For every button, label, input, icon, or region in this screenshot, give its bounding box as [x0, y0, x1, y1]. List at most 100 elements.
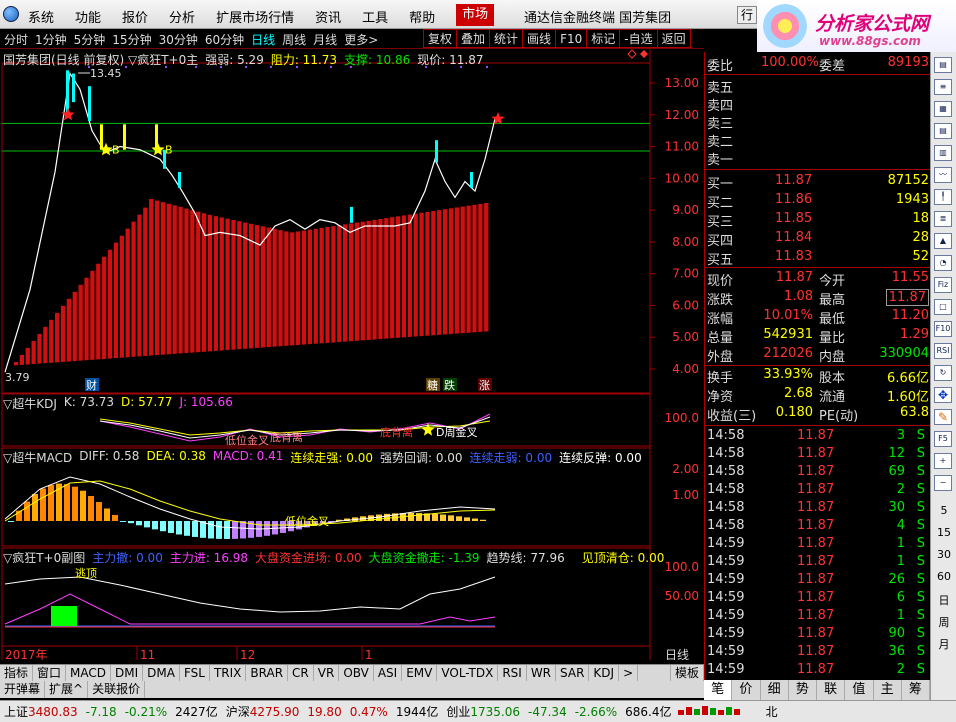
ask-row[interactable]: 卖三 — [705, 113, 931, 132]
tick-row[interactable]: 14:58 11.87 4 S — [705, 518, 931, 536]
fiz-icon[interactable]: Fiz — [934, 277, 952, 293]
indicator-tab[interactable]: OBV — [339, 665, 374, 681]
period-tab-daily[interactable]: 日线 — [251, 31, 275, 48]
side-period-label[interactable]: 月 — [931, 636, 956, 652]
pencil-icon[interactable]: ✎ — [934, 409, 952, 425]
quote-row[interactable]: 换手 33.93% 股本 6.66亿 — [705, 367, 931, 386]
indicator-tab[interactable]: 窗口 — [33, 665, 67, 681]
panel-tab[interactable]: 联 — [817, 680, 846, 700]
quote-row[interactable]: 净资 2.68 流通 1.60亿 — [705, 386, 931, 405]
list2-icon[interactable]: ≣ — [934, 211, 952, 227]
indicator-tab[interactable]: KDJ — [589, 665, 620, 681]
menu-item-news[interactable]: 资讯 — [315, 7, 341, 26]
tool-watchlist-button[interactable]: -自选 — [619, 29, 658, 48]
period-tab-more[interactable]: 更多> — [344, 31, 378, 48]
indicator-tab[interactable]: EMV — [402, 665, 438, 681]
extra-tab[interactable]: 开弹幕 — [0, 681, 46, 698]
panel-tab[interactable]: 筹 — [902, 680, 930, 700]
extra-tab[interactable]: 关联报价 — [88, 681, 146, 698]
tick-row[interactable]: 14:59 11.87 1 S — [705, 536, 931, 554]
tool-stats-button[interactable]: 统计 — [489, 29, 524, 48]
indicator-tab[interactable]: > — [619, 665, 639, 681]
tick-row[interactable]: 14:59 11.87 1 S — [705, 608, 931, 626]
menu-item-analysis[interactable]: 分析 — [169, 7, 195, 26]
side-period-label[interactable]: 15 — [931, 526, 956, 539]
panel-tab[interactable]: 主 — [874, 680, 902, 700]
status-extra[interactable]: 北 — [766, 703, 778, 720]
period-tab[interactable]: 1分钟 — [35, 31, 67, 48]
table-icon[interactable]: ▤ — [934, 123, 952, 139]
menu-item-system[interactable]: 系统 — [28, 7, 54, 26]
grid-icon[interactable]: ▦ — [934, 101, 952, 117]
list-icon[interactable]: ≡ — [934, 79, 952, 95]
indicator-tab[interactable]: DMA — [143, 665, 180, 681]
menu-item-tools[interactable]: 工具 — [362, 7, 388, 26]
side-period-label[interactable]: 日 — [931, 592, 956, 608]
menu-item-function[interactable]: 功能 — [75, 7, 101, 26]
tool-back-button[interactable]: 返回 — [656, 29, 691, 48]
period-tab[interactable]: 周线 — [282, 31, 306, 48]
tick-row[interactable]: 14:59 11.87 90 S — [705, 626, 931, 644]
commission-row[interactable]: 委比 100.00% 委差 89193 — [705, 55, 931, 74]
trend-icon[interactable]: ▲ — [934, 233, 952, 249]
period-tab[interactable]: 分时 — [4, 31, 28, 48]
indicator-tab[interactable]: VR — [314, 665, 340, 681]
panel-tab[interactable]: 笔 — [704, 680, 733, 700]
indicator-tab[interactable]: FSL — [180, 665, 210, 681]
chart-icon[interactable]: 〰 — [934, 167, 952, 183]
diamond-icon[interactable] — [627, 49, 637, 59]
quote-row[interactable]: 现价 11.87 今开 11.55 — [705, 270, 931, 289]
indicator-tab[interactable]: SAR — [556, 665, 590, 681]
pie-icon[interactable]: ◔ — [934, 255, 952, 271]
indicator-tab[interactable]: VOL-TDX — [437, 665, 499, 681]
f10-icon[interactable]: F10 — [934, 321, 952, 337]
tool-adjust-button[interactable]: 复权 — [423, 29, 458, 48]
indicator-tab[interactable]: TRIX — [210, 665, 247, 681]
menu-item-market[interactable]: 市场 — [456, 4, 495, 26]
hs-label[interactable]: 沪深 — [226, 703, 250, 720]
side-period-label[interactable]: 5 — [931, 504, 956, 517]
window-button[interactable]: 行 — [737, 6, 757, 24]
indicator-tab[interactable]: DMI — [111, 665, 144, 681]
quote-row[interactable]: 涨跌 1.08 最高 11.87 — [705, 289, 931, 308]
tick-row[interactable]: 14:58 11.87 69 S — [705, 464, 931, 482]
cy-label[interactable]: 创业 — [446, 703, 470, 720]
sh-label[interactable]: 上证 — [4, 703, 28, 720]
tick-row[interactable]: 14:59 11.87 36 S — [705, 644, 931, 662]
kdj-title[interactable]: ▽超牛KDJ — [3, 395, 57, 412]
move-icon[interactable]: ✥ — [934, 387, 952, 403]
panel-tab[interactable]: 价 — [732, 680, 761, 700]
tool-mark-button[interactable]: 标记 — [586, 29, 621, 48]
tool-overlay-button[interactable]: 叠加 — [456, 29, 491, 48]
bid-row[interactable]: 买二 11.86 1943 — [705, 192, 931, 211]
menu-item-ext-market[interactable]: 扩展市场行情 — [216, 7, 294, 26]
minus-icon[interactable]: − — [934, 475, 952, 491]
tick-row[interactable]: 14:59 11.87 1 S — [705, 554, 931, 572]
bid-row[interactable]: 买三 11.85 18 — [705, 211, 931, 230]
ask-row[interactable]: 卖四 — [705, 95, 931, 114]
rsi-icon[interactable]: RSI — [934, 343, 952, 359]
indicator-tab[interactable]: ASI — [374, 665, 403, 681]
tick-row[interactable]: 14:58 11.87 30 S — [705, 500, 931, 518]
chart-area[interactable]: 13.00 12.00 11.00 10.00 9.00 8.00 7.00 6.00 5.00… — [0, 49, 704, 660]
tick-row[interactable]: 14:58 11.87 3 S — [705, 428, 931, 446]
bid-row[interactable]: 买五 11.83 52 — [705, 249, 931, 268]
table2-icon[interactable]: ▥ — [934, 145, 952, 161]
tick-row[interactable]: 14:59 11.87 6 S — [705, 590, 931, 608]
indicator-tab[interactable]: RSI — [498, 665, 527, 681]
f5-icon[interactable]: F5 — [934, 431, 952, 447]
period-tab[interactable]: 15分钟 — [112, 31, 151, 48]
tool-f10-button[interactable]: F10 — [555, 29, 588, 48]
panel-tab[interactable]: 值 — [845, 680, 874, 700]
menu-item-help[interactable]: 帮助 — [409, 7, 435, 26]
period-tab[interactable]: 60分钟 — [205, 31, 244, 48]
indicator-tab[interactable]: MACD — [66, 665, 112, 681]
quote-row[interactable]: 收益(三) 0.180 PE(动) 63.8 — [705, 405, 931, 424]
template-tab[interactable]: 模板 — [669, 665, 704, 681]
bid-row[interactable]: 买一 11.87 87152 — [705, 173, 931, 192]
quote-row[interactable]: 总量 542931 量比 1.29 — [705, 327, 931, 346]
quote-row[interactable]: 外盘 212026 内盘 330904 — [705, 346, 931, 365]
tick-row[interactable]: 14:59 11.87 2 S — [705, 662, 931, 680]
extra-tab[interactable]: 扩展^ — [45, 681, 89, 698]
tick-row[interactable]: 14:58 11.87 12 S — [705, 446, 931, 464]
